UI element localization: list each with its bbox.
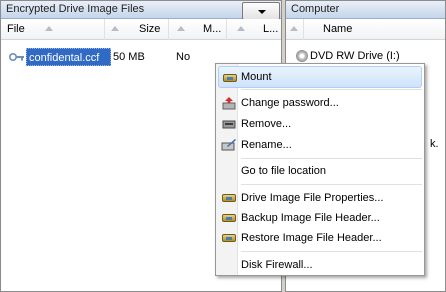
column-header-row: Name (286, 19, 445, 40)
column-name-label: Name (323, 23, 353, 35)
column-size[interactable]: Size (105, 19, 169, 40)
menu-item-mount[interactable]: Mount (218, 66, 422, 88)
restore-header-icon (221, 231, 237, 245)
menu-item-remove[interactable]: Remove... (218, 113, 422, 135)
menu-item-disk-firewall[interactable]: Disk Firewall... (218, 254, 422, 276)
menu-item-rename[interactable]: Rename... (218, 134, 422, 156)
menu-separator (241, 251, 422, 252)
file-name-cell: confidental.ccf (26, 48, 111, 66)
menu-item-label: Change password... (241, 97, 339, 109)
menu-item-properties[interactable]: Drive Image File Properties... (218, 187, 422, 209)
key-icon (9, 53, 24, 61)
pane-title: Encrypted Drive Image Files (1, 1, 281, 19)
column-location-label: L... (263, 23, 279, 35)
backup-header-icon (221, 211, 237, 225)
column-file[interactable]: File (1, 19, 105, 40)
menu-separator (241, 89, 422, 90)
partial-item-text: k. (430, 138, 439, 150)
dvd-drive-icon (296, 50, 308, 62)
menu-item-label: Remove... (241, 118, 292, 130)
sort-icon (111, 26, 119, 31)
column-file-label: File (7, 23, 25, 35)
column-mounted[interactable]: M... (169, 19, 227, 40)
column-name[interactable]: Name (304, 19, 446, 40)
sort-icon (177, 26, 185, 31)
drive-properties-icon (221, 191, 237, 205)
mount-icon (222, 71, 238, 85)
menu-item-go-to-file-location[interactable]: Go to file location (218, 160, 422, 182)
sort-icon (237, 26, 245, 31)
file-size-cell: 50 MB (113, 51, 145, 63)
change-password-icon (222, 97, 236, 110)
column-size-label: Size (139, 23, 161, 35)
sort-icon (45, 26, 53, 31)
context-menu: Mount Change password... Remove... Renam… (215, 63, 425, 276)
pane-title: Computer (286, 1, 445, 19)
column-header-row: File Size M... L... (1, 19, 281, 40)
chevron-down-icon (258, 10, 266, 14)
remove-icon (222, 120, 236, 129)
menu-item-label: Backup Image File Header... (241, 212, 380, 224)
column-location[interactable]: L... (227, 19, 282, 40)
menu-separator (241, 184, 422, 185)
menu-item-change-password[interactable]: Change password... (218, 92, 422, 114)
menu-item-label: Go to file location (241, 165, 326, 177)
file-mounted-cell: No (176, 51, 191, 63)
menu-item-label: Restore Image File Header... (241, 232, 382, 244)
menu-item-label: Mount (241, 71, 272, 83)
column-sort[interactable] (286, 19, 304, 40)
rename-icon (221, 139, 236, 151)
menu-item-backup-header[interactable]: Backup Image File Header... (218, 207, 422, 229)
menu-item-label: Disk Firewall... (241, 259, 313, 271)
sort-icon (290, 26, 298, 31)
partial-list-item: k. (430, 135, 439, 153)
menu-separator (241, 158, 422, 159)
menu-item-label: Drive Image File Properties... (241, 192, 384, 204)
pane-dropdown-button[interactable] (242, 2, 280, 20)
menu-item-restore-header[interactable]: Restore Image File Header... (218, 227, 422, 249)
menu-item-label: Rename... (241, 139, 292, 151)
column-mounted-label: M... (203, 23, 222, 35)
